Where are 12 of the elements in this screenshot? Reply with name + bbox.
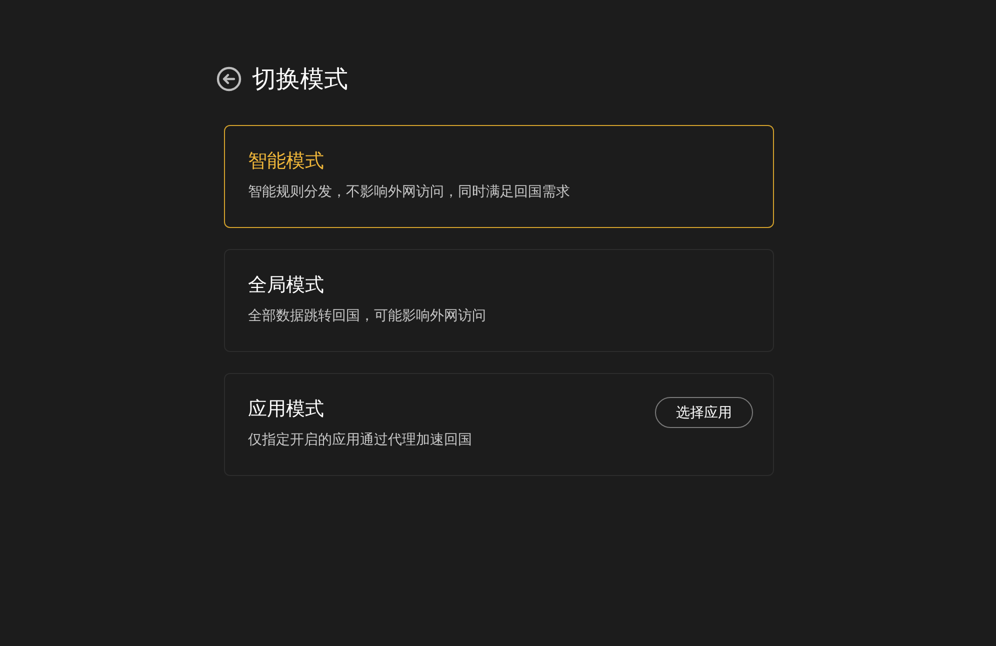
- mode-title: 全局模式: [248, 273, 325, 298]
- mode-card[interactable]: 应用模式 仅指定开启的应用通过代理加速回国 选择应用: [224, 373, 774, 476]
- mode-card[interactable]: 智能模式 智能规则分发，不影响外网访问，同时满足回国需求: [224, 125, 774, 228]
- mode-title: 应用模式: [248, 397, 325, 422]
- mode-description: 仅指定开启的应用通过代理加速回国: [248, 431, 472, 449]
- mode-title: 智能模式: [248, 149, 325, 174]
- mode-description: 智能规则分发，不影响外网访问，同时满足回国需求: [248, 183, 570, 201]
- back-button[interactable]: [216, 66, 242, 92]
- mode-card[interactable]: 全局模式 全部数据跳转回国，可能影响外网访问: [224, 249, 774, 352]
- mode-description: 全部数据跳转回国，可能影响外网访问: [248, 307, 486, 325]
- page-title: 切换模式: [252, 64, 348, 95]
- select-app-button[interactable]: 选择应用: [655, 397, 753, 428]
